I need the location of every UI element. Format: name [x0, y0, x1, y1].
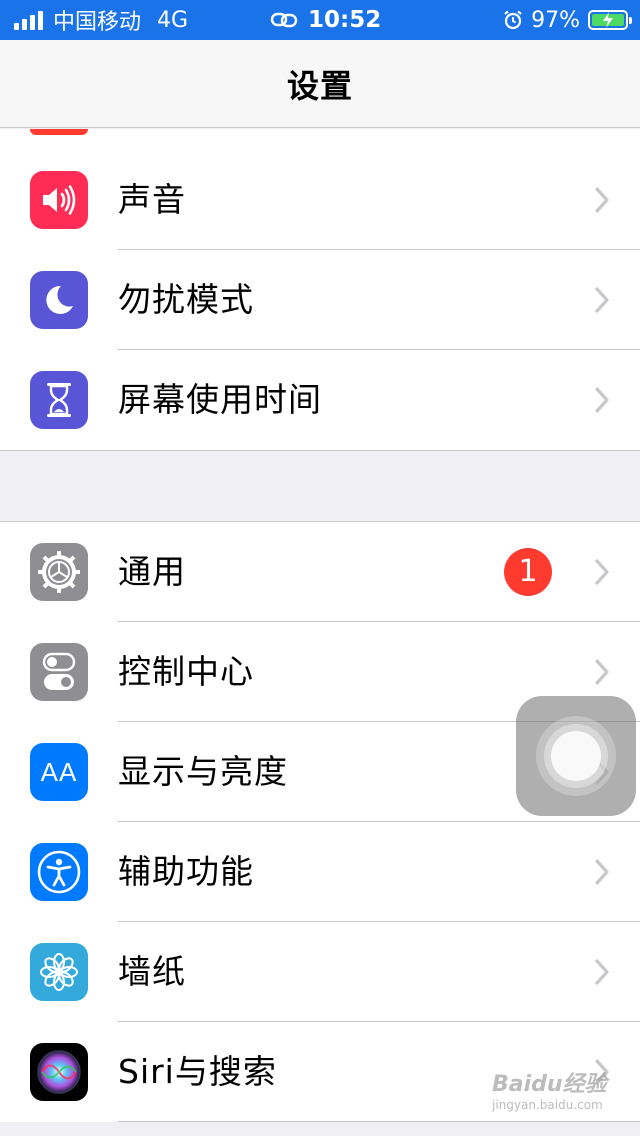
text-size-icon: AA	[30, 743, 88, 801]
settings-row-accessibility[interactable]: 辅助功能	[0, 822, 640, 922]
battery-percent: 97%	[531, 7, 580, 33]
link-icon	[270, 12, 298, 28]
navigation-bar: 设置	[0, 40, 640, 128]
chevron-right-icon	[595, 959, 609, 985]
row-label: 声音	[118, 180, 186, 219]
settings-group-2: 通用 1 控制中心 AA 显示与亮度 辅助功能 墙纸 Siri与搜索	[0, 521, 640, 1122]
status-bar: 中国移动 4G 10:52 97%	[0, 0, 640, 40]
toggles-icon	[30, 643, 88, 701]
chevron-right-icon	[595, 659, 609, 685]
row-label: 控制中心	[118, 652, 254, 691]
watermark-brand: Baidu经验	[492, 1072, 607, 1097]
chevron-right-icon	[595, 859, 609, 885]
row-label: 辅助功能	[118, 852, 254, 891]
row-label: 屏幕使用时间	[118, 380, 322, 419]
carrier-name: 中国移动	[53, 10, 142, 35]
settings-row-screen-time[interactable]: 屏幕使用时间	[0, 350, 640, 450]
battery-charging-icon	[588, 10, 632, 30]
row-label: 通用	[118, 552, 186, 591]
watermark: Baidu经验 jingyan.baidu.com	[492, 1066, 632, 1128]
moon-icon	[30, 271, 88, 329]
siri-icon	[30, 1043, 88, 1101]
scrolled-row-fragment	[0, 129, 640, 151]
signal-icon	[14, 10, 43, 30]
clock-time: 10:52	[308, 7, 382, 33]
row-label: 勿扰模式	[118, 280, 254, 319]
chevron-right-icon	[595, 287, 609, 313]
settings-row-sounds[interactable]: 声音	[0, 150, 640, 250]
notification-badge: 1	[504, 548, 552, 596]
speaker-icon	[30, 171, 88, 229]
accessibility-icon	[30, 843, 88, 901]
chevron-right-icon	[595, 387, 609, 413]
row-label: 显示与亮度	[118, 752, 288, 791]
hourglass-icon	[30, 371, 88, 429]
settings-row-general[interactable]: 通用 1	[0, 522, 640, 622]
row-label: 墙纸	[118, 952, 186, 991]
watermark-url: jingyan.baidu.com	[492, 1098, 603, 1112]
chevron-right-icon	[595, 559, 609, 585]
alarm-icon	[504, 10, 522, 30]
settings-row-wallpaper[interactable]: 墙纸	[0, 922, 640, 1022]
flower-icon	[30, 943, 88, 1001]
text-size-glyph: AA	[40, 756, 78, 787]
network-type: 4G	[157, 7, 189, 33]
settings-group-1: 声音 勿扰模式 屏幕使用时间	[0, 150, 640, 451]
row-label: Siri与搜索	[118, 1052, 277, 1091]
settings-row-do-not-disturb[interactable]: 勿扰模式	[0, 250, 640, 350]
chevron-right-icon	[595, 187, 609, 213]
assistive-touch-button[interactable]	[516, 696, 636, 816]
page-title: 设置	[286, 66, 353, 105]
gear-icon	[30, 543, 88, 601]
